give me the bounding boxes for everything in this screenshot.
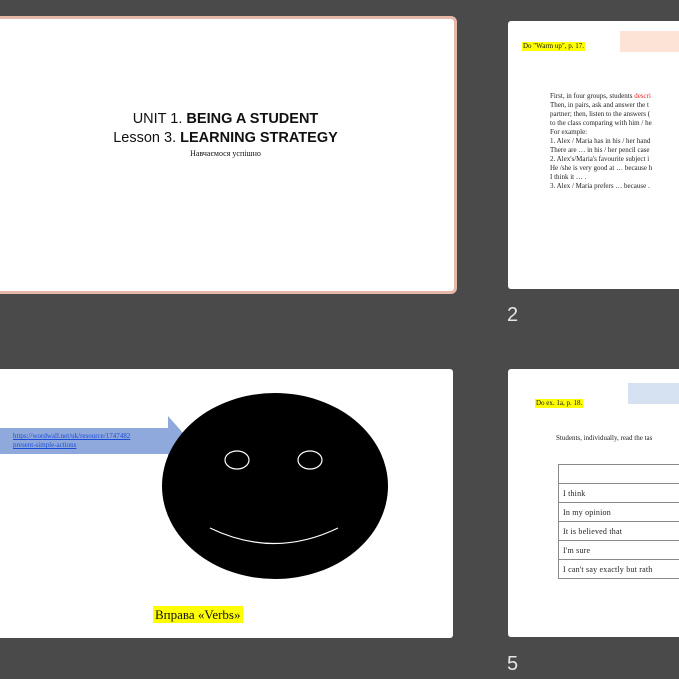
table-row: I can't say exactly but rath [558,559,679,579]
body-line-text: 3. Alex / Maria prefers … because . [550,182,650,190]
slide-2-body-line: partner; then, listen to the answers ( [550,110,679,119]
slide-2-body-line: For example: [550,128,679,137]
slide-1-lesson-title: Lesson 3. LEARNING STRATEGY [0,129,454,148]
slide-2-body-line: to the class comparing with him / he [550,119,679,128]
table-row: It is believed that [558,521,679,541]
slide-2-peach-box [620,31,679,52]
body-line-text: First, in four groups, students [550,92,635,100]
slide-2-body-line: He /she is very good at … because h [550,164,679,173]
table-cell: I can't say exactly but rath [558,559,679,579]
slide-5-task-tag: Do ex. 1a, p. 18. [535,399,584,408]
wordwall-link-line-1[interactable]: https://wordwall.net/uk/resource/1747482 [13,432,130,441]
table-row: I'm sure [558,540,679,560]
lesson-name: LEARNING STRATEGY [180,130,338,146]
lesson-label: Lesson 3. [113,130,181,146]
slide-2-task-tag: Do "Warm up", p. 17. [522,42,585,51]
table-row: I think [558,483,679,503]
body-line-text: partner; then, listen to the answers ( [550,110,651,118]
body-line-text: There are … in his / her pencil case [550,146,650,154]
wordwall-link-line-2[interactable]: present-simple-actions [13,441,130,450]
slide-2-body-line: First, in four groups, students descri [550,92,679,101]
body-line-text: 1. Alex / Maria has in his / her hand [550,137,651,145]
slide-1-subtitle: Навчаємося успішно [190,149,261,158]
table-cell: In my opinion [558,502,679,522]
table-cell: I'm sure [558,540,679,560]
slide-thumbnail-4[interactable]: https://wordwall.net/uk/resource/1747482… [0,369,453,638]
slide-2-body-line: 1. Alex / Maria has in his / her hand [550,137,679,146]
smiley-face-shape [162,393,388,579]
slide-2-body-line: I think it … . [550,173,679,182]
slide-number-5: 5 [507,653,519,675]
slide-5-blue-box [628,383,679,404]
unit-name: BEING A STUDENT [186,111,319,127]
slide-2-body-line: 3. Alex / Maria prefers … because . [550,182,679,191]
slide-1-title-block: UNIT 1. BEING A STUDENT Lesson 3. LEARNI… [0,110,454,159]
phrases-table: I think In my opinion It is believed that I… [558,464,679,579]
slide-4-caption: Вправа «Verbs» [153,606,243,623]
slide-thumbnail-2[interactable]: Do "Warm up", p. 17. First, in four grou… [508,21,679,289]
slide-2-body-line: 2. Alex's/Maria's favourite subject i [550,155,679,164]
body-line-text: 2. Alex's/Maria's favourite subject i [550,155,650,163]
table-row: In my opinion [558,502,679,522]
wordwall-link[interactable]: https://wordwall.net/uk/resource/1747482… [13,432,130,450]
slide-2-body-text: First, in four groups, students descri Th… [550,92,679,191]
table-row [558,464,679,484]
slide-1-unit-title: UNIT 1. BEING A STUDENT [0,110,454,129]
slide-thumbnail-5[interactable]: Do ex. 1a, p. 18. Students, individually… [508,369,679,637]
body-line-text: I think it … . [550,173,587,181]
slide-2-body-line: Then, in pairs, ask and answer the t [550,101,679,110]
unit-label: UNIT 1. [132,111,187,127]
slide-2-body-line: There are … in his / her pencil case [550,146,679,155]
body-line-text: to the class comparing with him / he [550,119,652,127]
body-line-text: Then, in pairs, ask and answer the t [550,101,649,109]
slide-number-2: 2 [507,304,519,326]
slide-5-instruction: Students, individually, read the tas [556,434,653,442]
slide-thumbnail-1[interactable]: UNIT 1. BEING A STUDENT Lesson 3. LEARNI… [0,16,457,294]
table-cell [558,464,679,484]
body-line-highlighted-text: descri [634,92,651,100]
table-cell: I think [558,483,679,503]
body-line-text: He /she is very good at … because h [550,164,653,172]
body-line-text: For example: [550,128,588,136]
table-cell: It is believed that [558,521,679,541]
